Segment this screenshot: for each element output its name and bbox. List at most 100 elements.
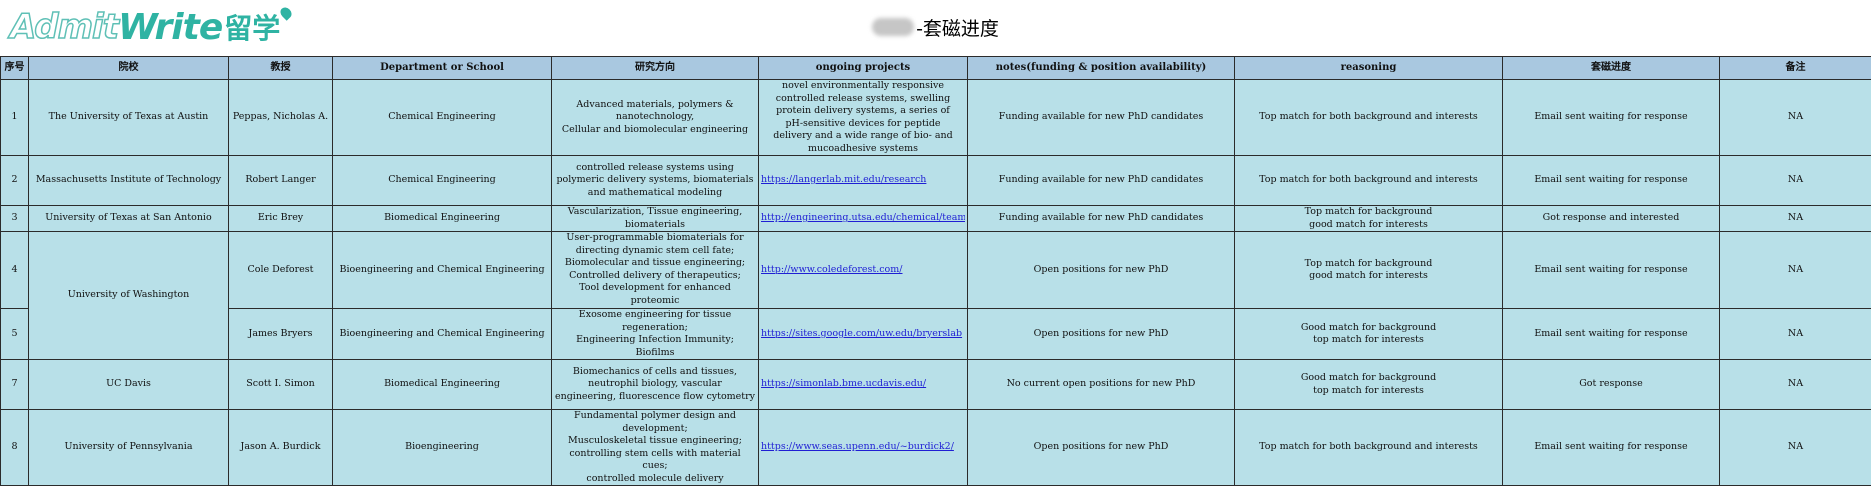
cell-no[interactable]: 2 <box>1 156 29 206</box>
header-professor[interactable]: 教授 <box>229 57 333 80</box>
cell-no[interactable]: 1 <box>1 80 29 156</box>
cell-school[interactable]: UC Davis <box>29 360 229 410</box>
header-projects[interactable]: ongoing projects <box>759 57 968 80</box>
header-notes[interactable]: notes(funding & position availability) <box>968 57 1235 80</box>
cell-progress[interactable]: Got response <box>1503 360 1720 410</box>
cell-no[interactable]: 3 <box>1 206 29 232</box>
header-reasoning[interactable]: reasoning <box>1235 57 1503 80</box>
cell-research[interactable]: User-programmable biomaterials for direc… <box>552 232 759 309</box>
cell-professor[interactable]: Scott I. Simon <box>229 360 333 410</box>
cell-remark[interactable]: NA <box>1720 80 1871 156</box>
cell-professor[interactable]: Peppas, Nicholas A. <box>229 80 333 156</box>
cell-progress[interactable]: Email sent waiting for response <box>1503 232 1720 309</box>
cell-progress[interactable]: Email sent waiting for response <box>1503 309 1720 360</box>
cell-notes[interactable]: Funding available for new PhD candidates <box>968 80 1235 156</box>
cell-professor[interactable]: Eric Brey <box>229 206 333 232</box>
cell-projects[interactable]: https://simonlab.bme.ucdavis.edu/ <box>759 360 968 410</box>
research-text: User-programmable biomaterials for direc… <box>554 232 756 308</box>
cell-research[interactable]: Fundamental polymer design and developme… <box>552 410 759 486</box>
cell-school[interactable]: University of Pennsylvania <box>29 410 229 486</box>
header-department[interactable]: Department or School <box>333 57 552 80</box>
cell-notes[interactable]: Funding available for new PhD candidates <box>968 156 1235 206</box>
cell-projects[interactable]: http://engineering.utsa.edu/chemical/tea… <box>759 206 968 232</box>
cell-professor[interactable]: Robert Langer <box>229 156 333 206</box>
cell-progress[interactable]: Email sent waiting for response <box>1503 410 1720 486</box>
cell-notes[interactable]: Open positions for new PhD <box>968 410 1235 486</box>
cell-department[interactable]: Bioengineering <box>333 410 552 486</box>
cell-no[interactable]: 8 <box>1 410 29 486</box>
cell-remark[interactable]: NA <box>1720 156 1871 206</box>
sheet-title: -套磁进度 <box>0 12 1871 42</box>
cell-department[interactable]: Chemical Engineering <box>333 80 552 156</box>
cell-research[interactable]: Vascularization, Tissue engineering, bio… <box>552 206 759 232</box>
project-link[interactable]: http://www.coledeforest.com/ <box>761 264 965 277</box>
cell-progress[interactable]: Email sent waiting for response <box>1503 80 1720 156</box>
cell-reasoning[interactable]: Top match for both background and intere… <box>1235 156 1503 206</box>
cell-department[interactable]: Biomedical Engineering <box>333 206 552 232</box>
table-row: 8 University of Pennsylvania Jason A. Bu… <box>1 410 1871 486</box>
table-row: 7 UC Davis Scott I. Simon Biomedical Eng… <box>1 360 1871 410</box>
header-no[interactable]: 序号 <box>1 57 29 80</box>
project-link[interactable]: https://langerlab.mit.edu/research <box>761 174 965 187</box>
cell-remark[interactable]: NA <box>1720 232 1871 309</box>
table-row: 3 University of Texas at San Antonio Eri… <box>1 206 1871 232</box>
cell-department[interactable]: Biomedical Engineering <box>333 360 552 410</box>
header-remark[interactable]: 备注 <box>1720 57 1871 80</box>
cell-notes[interactable]: No current open positions for new PhD <box>968 360 1235 410</box>
reasoning-text: Top match for background good match for … <box>1237 206 1500 231</box>
project-link[interactable]: http://engineering.utsa.edu/chemical/tea… <box>761 212 965 225</box>
cell-department[interactable]: Bioengineering and Chemical Engineering <box>333 309 552 360</box>
reasoning-text: Top match for background good match for … <box>1237 258 1500 283</box>
cell-progress[interactable]: Got response and interested <box>1503 206 1720 232</box>
research-text: Biomechanics of cells and tissues, neutr… <box>554 366 756 404</box>
cell-projects[interactable]: https://sites.google.com/uw.edu/bryersla… <box>759 309 968 360</box>
cell-reasoning[interactable]: Top match for background good match for … <box>1235 232 1503 309</box>
cell-notes[interactable]: Funding available for new PhD candidates <box>968 206 1235 232</box>
cell-reasoning[interactable]: Good match for background top match for … <box>1235 309 1503 360</box>
header-school[interactable]: 院校 <box>29 57 229 80</box>
cell-reasoning[interactable]: Good match for background top match for … <box>1235 360 1503 410</box>
cell-school-merged[interactable]: University of Washington <box>29 232 229 360</box>
header-progress[interactable]: 套磁进度 <box>1503 57 1720 80</box>
project-link[interactable]: https://simonlab.bme.ucdavis.edu/ <box>761 378 965 391</box>
research-text: Advanced materials, polymers & nanotechn… <box>554 99 756 137</box>
cell-research[interactable]: controlled release systems using polymer… <box>552 156 759 206</box>
sheet-header: Admit Write 留学 -套磁进度 <box>0 0 1871 52</box>
cell-professor[interactable]: James Bryers <box>229 309 333 360</box>
cell-research[interactable]: Exosome engineering for tissue regenerat… <box>552 309 759 360</box>
cell-projects[interactable]: novel environmentally responsive control… <box>759 80 968 156</box>
cell-projects[interactable]: https://langerlab.mit.edu/research <box>759 156 968 206</box>
header-research[interactable]: 研究方向 <box>552 57 759 80</box>
cell-research[interactable]: Advanced materials, polymers & nanotechn… <box>552 80 759 156</box>
cell-professor[interactable]: Cole Deforest <box>229 232 333 309</box>
cell-school[interactable]: University of Texas at San Antonio <box>29 206 229 232</box>
cell-reasoning[interactable]: Top match for both background and intere… <box>1235 410 1503 486</box>
cell-remark[interactable]: NA <box>1720 360 1871 410</box>
table-row: 1 The University of Texas at Austin Pepp… <box>1 80 1871 156</box>
redacted-name <box>872 18 914 36</box>
cell-no[interactable]: 7 <box>1 360 29 410</box>
cell-professor[interactable]: Jason A. Burdick <box>229 410 333 486</box>
cell-projects[interactable]: http://www.coledeforest.com/ <box>759 232 968 309</box>
project-link[interactable]: https://www.seas.upenn.edu/~burdick2/ <box>761 441 965 454</box>
cell-remark[interactable]: NA <box>1720 410 1871 486</box>
table-row: 4 University of Washington Cole Deforest… <box>1 232 1871 309</box>
cell-notes[interactable]: Open positions for new PhD <box>968 309 1235 360</box>
cell-remark[interactable]: NA <box>1720 309 1871 360</box>
reasoning-text: Good match for background top match for … <box>1237 322 1500 347</box>
cell-research[interactable]: Biomechanics of cells and tissues, neutr… <box>552 360 759 410</box>
cell-department[interactable]: Bioengineering and Chemical Engineering <box>333 232 552 309</box>
cell-department[interactable]: Chemical Engineering <box>333 156 552 206</box>
project-link[interactable]: https://sites.google.com/uw.edu/bryersla… <box>761 328 965 341</box>
cell-no[interactable]: 4 <box>1 232 29 309</box>
cell-school[interactable]: Massachusetts Institute of Technology <box>29 156 229 206</box>
cell-reasoning[interactable]: Top match for both background and intere… <box>1235 80 1503 156</box>
cell-notes[interactable]: Open positions for new PhD <box>968 232 1235 309</box>
cell-reasoning[interactable]: Top match for background good match for … <box>1235 206 1503 232</box>
cell-progress[interactable]: Email sent waiting for response <box>1503 156 1720 206</box>
cell-projects[interactable]: https://www.seas.upenn.edu/~burdick2/ <box>759 410 968 486</box>
cell-remark[interactable]: NA <box>1720 206 1871 232</box>
sheet-title-text: -套磁进度 <box>916 14 999 41</box>
cell-school[interactable]: The University of Texas at Austin <box>29 80 229 156</box>
cell-no[interactable]: 5 <box>1 309 29 360</box>
